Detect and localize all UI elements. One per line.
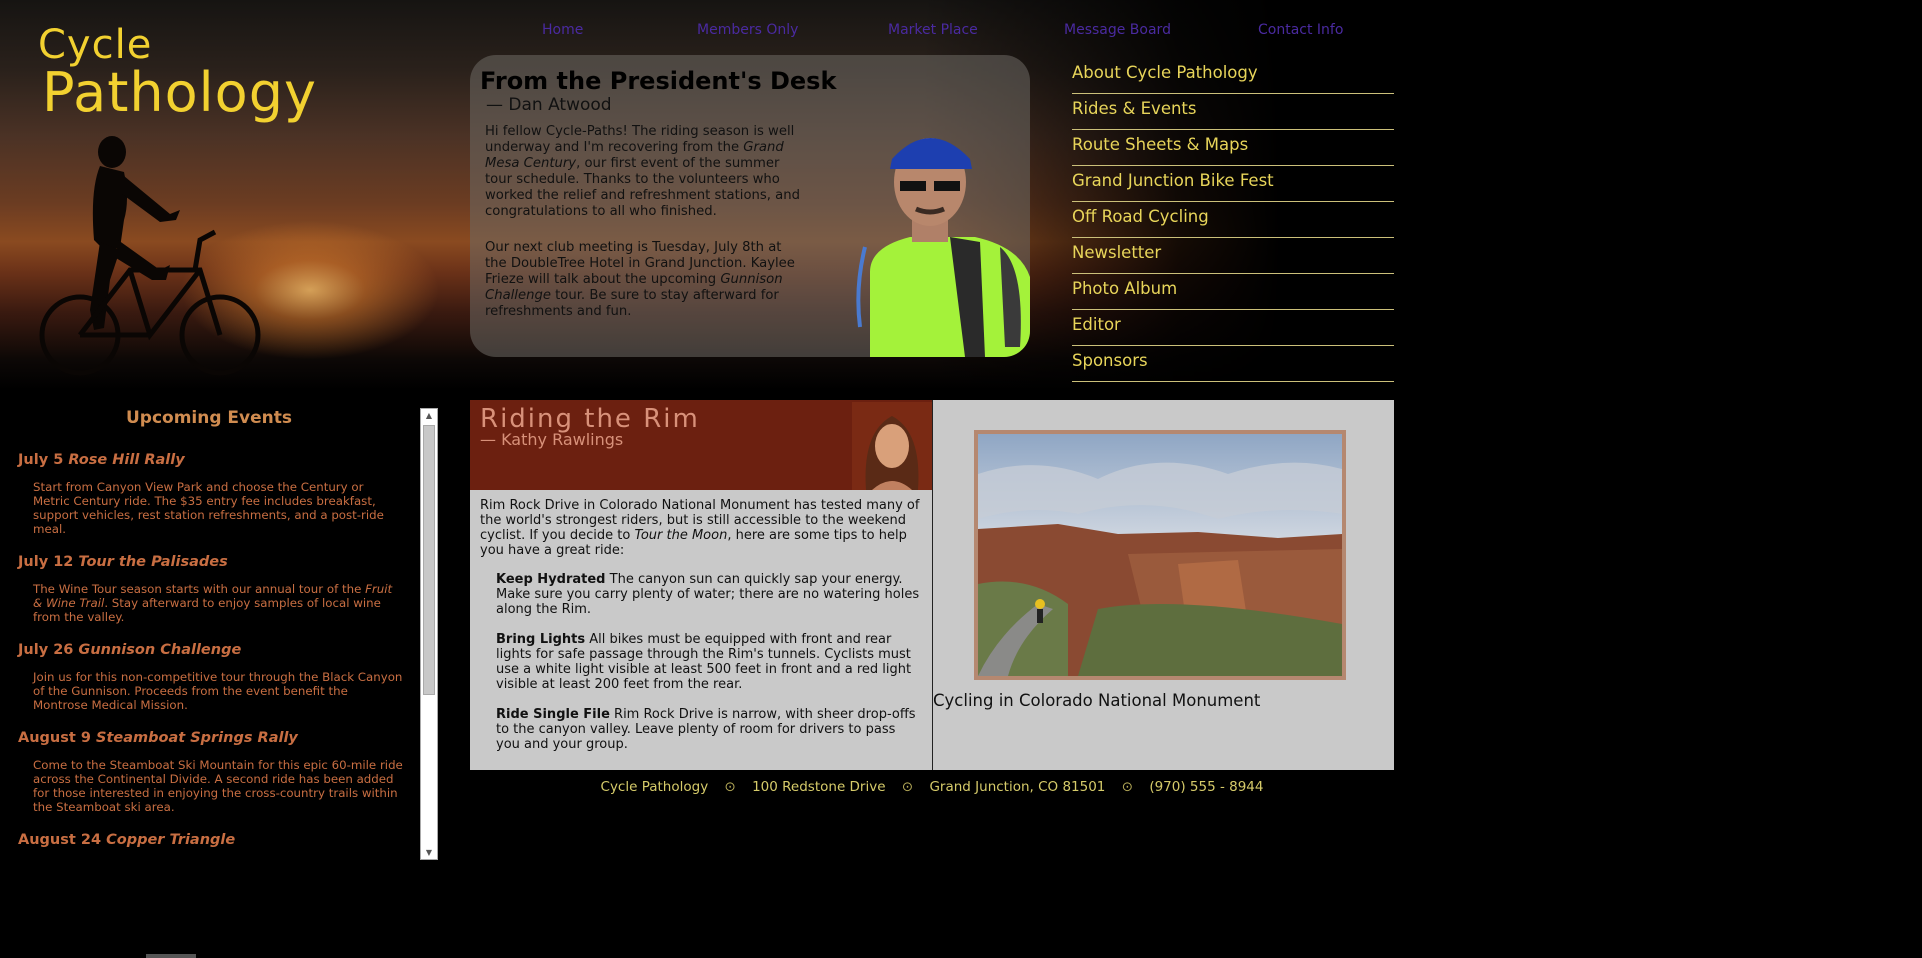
event-title: July 26 Gunnison Challenge bbox=[18, 642, 403, 658]
site-footer: Cycle Pathology ⊙ 100 Redstone Drive ⊙ G… bbox=[470, 779, 1394, 795]
article-body: Rim Rock Drive in Colorado National Monu… bbox=[480, 498, 920, 767]
president-paragraph-2: Our next club meeting is Tuesday, July 8… bbox=[485, 240, 805, 320]
footer-phone: (970) 555 - 8944 bbox=[1149, 779, 1264, 795]
canyon-photo bbox=[974, 430, 1346, 680]
menu-off-road-link[interactable]: Off Road Cycling bbox=[1072, 202, 1394, 238]
events-heading: Upcoming Events bbox=[125, 408, 293, 428]
event-item: July 26 Gunnison Challenge Join us for t… bbox=[18, 642, 403, 712]
article-header: Riding the Rim — Kathy Rawlings bbox=[470, 400, 932, 490]
article-tip: Keep Hydrated The canyon sun can quickly… bbox=[496, 572, 920, 617]
scroll-up-arrow-icon[interactable]: ▲ bbox=[421, 411, 437, 420]
event-date: August 9 bbox=[18, 730, 96, 746]
menu-sponsors-link[interactable]: Sponsors bbox=[1072, 346, 1394, 382]
menu-photo-album-link[interactable]: Photo Album bbox=[1072, 274, 1394, 310]
event-item: August 9 Steamboat Springs Rally Come to… bbox=[18, 730, 403, 814]
menu-rides-events-link[interactable]: Rides & Events bbox=[1072, 94, 1394, 130]
event-title: July 12 Tour the Palisades bbox=[18, 554, 403, 570]
event-title: August 9 Steamboat Springs Rally bbox=[18, 730, 403, 746]
menu-bike-fest-link[interactable]: Grand Junction Bike Fest bbox=[1072, 166, 1394, 202]
event-item: August 24 Copper Triangle bbox=[18, 832, 403, 848]
event-item: July 12 Tour the Palisades The Wine Tour… bbox=[18, 554, 403, 624]
footer-org-name: Cycle Pathology bbox=[600, 779, 709, 795]
president-paragraph-1: Hi fellow Cycle-Paths! The riding season… bbox=[485, 124, 805, 220]
event-description: Join us for this non-competitive tour th… bbox=[33, 670, 403, 712]
footer-separator-icon: ⊙ bbox=[901, 779, 914, 795]
president-body: Hi fellow Cycle-Paths! The riding season… bbox=[485, 124, 805, 340]
side-menu: About Cycle Pathology Rides & Events Rou… bbox=[1072, 58, 1394, 382]
nav-contact-info-link[interactable]: Contact Info bbox=[1258, 22, 1343, 38]
text-span: The Wine Tour season starts with our ann… bbox=[33, 582, 366, 596]
event-date: July 12 bbox=[18, 554, 79, 570]
event-date: July 26 bbox=[18, 642, 79, 658]
article-byline: — Kathy Rawlings bbox=[480, 430, 624, 449]
event-description: Start from Canyon View Park and choose t… bbox=[33, 480, 384, 536]
menu-about-link[interactable]: About Cycle Pathology bbox=[1072, 58, 1394, 94]
article-tip: Bring Lights All bikes must be equipped … bbox=[496, 632, 920, 692]
logo-line1: Cycle bbox=[38, 22, 153, 68]
footer-address: 100 Redstone Drive bbox=[752, 779, 886, 795]
event-date: July 5 bbox=[18, 452, 69, 468]
president-title: From the President's Desk bbox=[480, 67, 837, 95]
photo-caption: Cycling in Colorado National Monument bbox=[933, 691, 1261, 710]
event-name: Tour the Palisades bbox=[78, 554, 228, 570]
tip-heading: Ride Single File bbox=[496, 707, 610, 722]
footer-separator-icon: ⊙ bbox=[724, 779, 736, 795]
event-name: Steamboat Springs Rally bbox=[96, 730, 298, 746]
top-nav: Home Members Only Market Place Message B… bbox=[470, 22, 1370, 42]
event-description: The Wine Tour season starts with our ann… bbox=[33, 582, 403, 624]
event-title: July 5 Rose Hill Rally bbox=[18, 452, 403, 468]
article-column-divider bbox=[932, 400, 933, 770]
tip-heading: Bring Lights bbox=[496, 632, 586, 647]
logo-line2: Pathology bbox=[42, 61, 317, 124]
president-photo bbox=[856, 138, 1030, 357]
nav-message-board-link[interactable]: Message Board bbox=[1064, 22, 1171, 38]
nav-members-only-link[interactable]: Members Only bbox=[697, 22, 798, 38]
text-emphasis: Tour the Moon bbox=[634, 528, 728, 543]
event-name: Gunnison Challenge bbox=[78, 642, 242, 658]
article-intro: Rim Rock Drive in Colorado National Monu… bbox=[480, 498, 920, 558]
event-name: Copper Triangle bbox=[106, 832, 236, 848]
events-scrollbar[interactable]: ▲ ▼ bbox=[420, 408, 438, 860]
nav-home-link[interactable]: Home bbox=[542, 22, 583, 38]
event-description: Come to the Steamboat Ski Mountain for t… bbox=[33, 758, 403, 814]
president-byline: — Dan Atwood bbox=[486, 95, 612, 115]
event-title: August 24 Copper Triangle bbox=[18, 832, 403, 848]
menu-editor-link[interactable]: Editor bbox=[1072, 310, 1394, 346]
author-photo bbox=[852, 402, 932, 490]
footer-city: Grand Junction, CO 81501 bbox=[929, 779, 1106, 795]
scroll-down-arrow-icon[interactable]: ▼ bbox=[421, 848, 437, 857]
menu-route-sheets-link[interactable]: Route Sheets & Maps bbox=[1072, 130, 1394, 166]
cyclist-silhouette-image bbox=[39, 136, 261, 376]
president-desk-panel: From the President's Desk — Dan Atwood H… bbox=[470, 55, 1030, 357]
tip-heading: Keep Hydrated bbox=[496, 572, 606, 587]
article-tip: Ride Single File Rim Rock Drive is narro… bbox=[496, 707, 920, 752]
event-item: July 5 Rose Hill Rally Start from Canyon… bbox=[18, 452, 403, 536]
event-name: Rose Hill Rally bbox=[68, 452, 185, 468]
featured-article: Riding the Rim — Kathy Rawlings Rim Rock… bbox=[470, 400, 1394, 770]
site-logo[interactable]: Cycle Pathology bbox=[38, 24, 317, 120]
taskbar-strip bbox=[146, 954, 196, 958]
scrollbar-thumb[interactable] bbox=[423, 425, 435, 695]
nav-market-place-link[interactable]: Market Place bbox=[888, 22, 978, 38]
event-date: August 24 bbox=[18, 832, 107, 848]
footer-separator-icon: ⊙ bbox=[1121, 779, 1134, 795]
menu-newsletter-link[interactable]: Newsletter bbox=[1072, 238, 1394, 274]
upcoming-events-panel[interactable]: Upcoming Events July 5 Rose Hill Rally S… bbox=[0, 408, 418, 858]
